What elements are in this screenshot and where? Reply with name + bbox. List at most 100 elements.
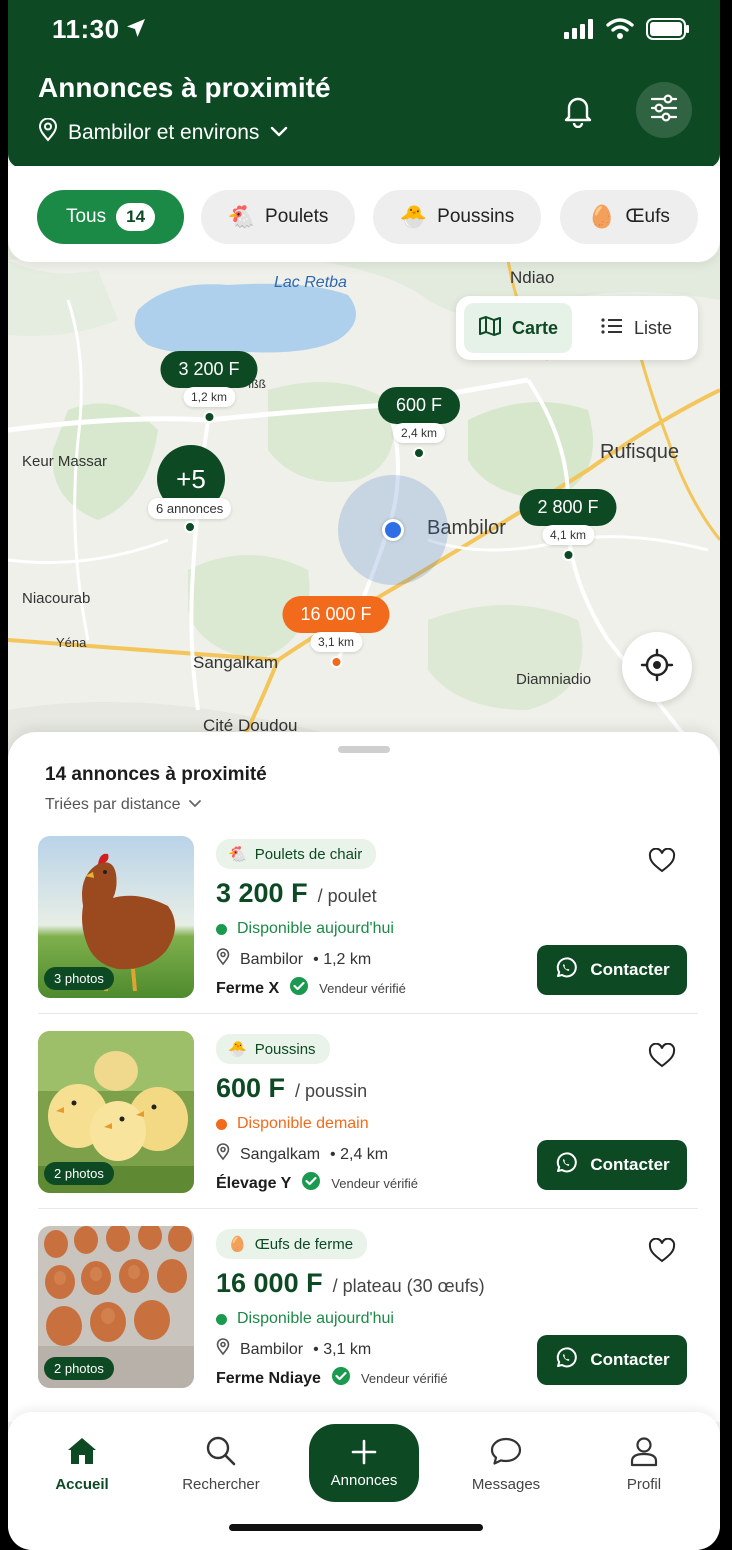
map-pin-icon: [216, 1143, 230, 1166]
egg-icon: 🥚: [228, 1236, 247, 1253]
availability-label: Disponible aujourd'hui: [237, 920, 394, 937]
chevron-down-icon: [269, 121, 289, 145]
whatsapp-icon: [554, 1151, 578, 1180]
map-view[interactable]: Lac Retba Ndiao Keur Massar Rufisque Bam…: [8, 240, 720, 770]
location-label: Bambilor et environs: [68, 121, 260, 144]
availability-dot: [216, 923, 227, 935]
listing-seller: Ferme X Vendeur vérifié: [216, 976, 406, 1001]
filter-settings-button[interactable]: [636, 82, 692, 138]
chick-icon: 🐣: [228, 1041, 247, 1058]
filter-chip-oeufs[interactable]: 🥚 Œufs: [560, 190, 698, 244]
chat-bubble-icon: [451, 1434, 561, 1468]
map-list-toggle: Carte Liste: [456, 296, 698, 360]
map-label-ndiao: Ndiao: [510, 268, 555, 287]
listing-category-tag: 🐣 Poussins: [216, 1034, 330, 1064]
sort-dropdown[interactable]: Triées par distance: [45, 796, 202, 814]
listing-photo-chicken[interactable]: 3 photos: [38, 836, 194, 998]
map-label-keur-massar: Keur Massar: [22, 453, 108, 470]
listing-place: Bambilor: [240, 950, 304, 968]
sliders-icon: [649, 93, 679, 127]
nav-home[interactable]: Accueil: [27, 1434, 137, 1493]
search-icon: [166, 1434, 276, 1468]
listing-price-unit: / plateau (30 œufs): [332, 1276, 485, 1296]
nav-home-label: Accueil: [55, 1476, 109, 1493]
notifications-bell-icon[interactable]: [560, 92, 596, 129]
toggle-map-label: Carte: [512, 317, 559, 338]
listing-photo-chicks[interactable]: 2 photos: [38, 1031, 194, 1193]
contact-label: Contacter: [590, 960, 670, 979]
listing-price-line: 16 000 F / plateau (30 œufs): [216, 1268, 485, 1299]
page-title: Annonces à proximité: [38, 72, 331, 103]
favorite-heart-icon[interactable]: [648, 1237, 676, 1269]
map-pin-icon: [216, 948, 230, 971]
contact-label: Contacter: [590, 1350, 670, 1369]
app-screen: 11:30 Annonces à proximité Bambilor et e…: [8, 0, 720, 1550]
listing-photo-eggs[interactable]: 2 photos: [38, 1226, 194, 1388]
filter-chip-poulets[interactable]: 🐔 Poulets: [201, 190, 355, 244]
location-arrow-icon: [124, 16, 148, 45]
map-pin-price: 600 F: [377, 387, 461, 424]
location-selector[interactable]: Bambilor et environs: [38, 117, 289, 148]
filter-count-badge: 14: [116, 203, 156, 231]
map-pin-listing-highlighted[interactable]: 16 000 F 3,1 km: [282, 596, 390, 668]
listing-card[interactable]: 2 photos 🐣 Poussins 600 F / poussin Disp…: [38, 1031, 690, 1196]
chevron-down-icon: [188, 796, 202, 814]
nav-profile[interactable]: Profil: [589, 1434, 699, 1493]
listing-place: Bambilor: [240, 1340, 304, 1358]
filter-chip-poussins[interactable]: 🐣 Poussins: [373, 190, 541, 244]
listing-card[interactable]: 3 photos 🐔 Poulets de chair 3 200 F / po…: [38, 836, 690, 1001]
verified-label: Vendeur vérifié: [331, 1176, 419, 1191]
battery-icon: [646, 18, 690, 45]
signal-icon: [564, 19, 594, 44]
map-pin-listing[interactable]: 3 200 F 1,2 km: [160, 351, 258, 423]
map-pin-listing[interactable]: 600 F 2,4 km: [377, 387, 461, 459]
toggle-list-label: Liste: [634, 317, 673, 338]
contact-button[interactable]: Contacter: [537, 945, 687, 995]
locate-me-button[interactable]: [622, 632, 692, 702]
listing-category-tag: 🐔 Poulets de chair: [216, 839, 377, 869]
nav-post-button[interactable]: Annonces: [309, 1424, 419, 1502]
favorite-heart-icon[interactable]: [648, 847, 676, 879]
map-label-yena: Yéna: [56, 635, 87, 650]
listing-card[interactable]: 2 photos 🥚 Œufs de ferme 16 000 F / plat…: [38, 1226, 690, 1391]
filter-chip-tous[interactable]: Tous 14: [37, 190, 184, 244]
listing-price-unit: / poussin: [295, 1081, 368, 1101]
listing-category-tag: 🥚 Œufs de ferme: [216, 1229, 368, 1259]
map-pin-listing[interactable]: 2 800 F 4,1 km: [519, 489, 617, 561]
egg-icon: 🥚: [588, 204, 616, 229]
sheet-grab-handle[interactable]: [338, 746, 390, 753]
favorite-heart-icon[interactable]: [648, 1042, 676, 1074]
listing-category-label: Poulets de chair: [254, 845, 363, 863]
map-pin-icon: [38, 117, 58, 148]
map-pin-icon: [216, 1338, 230, 1361]
contact-button[interactable]: Contacter: [537, 1335, 687, 1385]
listing-price-unit: / poulet: [317, 886, 377, 906]
header: 11:30 Annonces à proximité Bambilor et e…: [8, 0, 720, 168]
listing-distance: • 3,1 km: [313, 1340, 372, 1358]
nav-search[interactable]: Rechercher: [166, 1434, 276, 1493]
toggle-list[interactable]: Liste: [586, 303, 686, 353]
seller-name: Élevage Y: [216, 1174, 292, 1192]
listing-price: 16 000 F: [216, 1268, 323, 1298]
listing-distance: • 2,4 km: [330, 1145, 389, 1163]
listing-location: Bambilor • 3,1 km: [216, 1338, 371, 1361]
toggle-map[interactable]: Carte: [464, 303, 573, 353]
photo-count-badge: 3 photos: [44, 967, 114, 990]
listing-price-line: 600 F / poussin: [216, 1073, 367, 1104]
contact-label: Contacter: [590, 1155, 670, 1174]
availability-label: Disponible aujourd'hui: [237, 1310, 394, 1327]
availability-dot: [216, 1313, 227, 1325]
home-indicator[interactable]: [229, 1524, 483, 1531]
map-cluster-label: 6 annonces: [148, 498, 232, 519]
nav-messages[interactable]: Messages: [451, 1434, 561, 1493]
map-pin-distance: 1,2 km: [182, 387, 236, 407]
wifi-icon: [606, 18, 634, 45]
filter-chip-label: Œufs: [625, 206, 670, 227]
map-pin-distance: 4,1 km: [541, 525, 595, 545]
whatsapp-icon: [554, 1346, 578, 1375]
sort-label: Triées par distance: [45, 796, 181, 813]
map-label-rufisque: Rufisque: [600, 441, 679, 463]
contact-button[interactable]: Contacter: [537, 1140, 687, 1190]
map-pin-dot: [202, 411, 215, 423]
home-icon: [27, 1434, 137, 1468]
